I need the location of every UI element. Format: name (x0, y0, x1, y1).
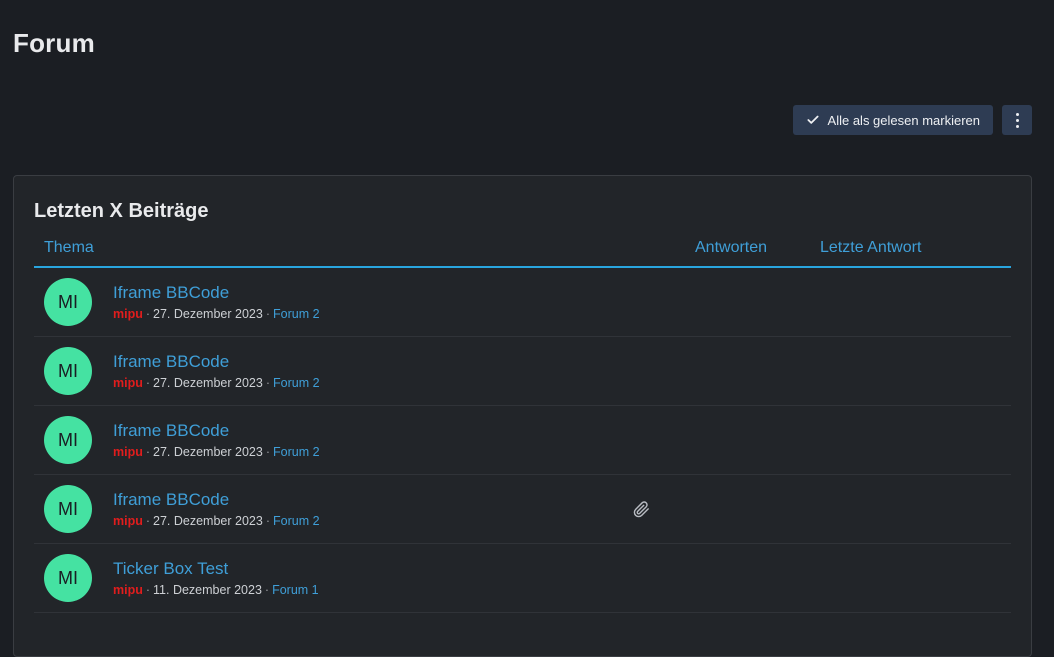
meta-separator: · (266, 514, 270, 528)
avatar[interactable]: MI (44, 347, 92, 395)
panel-title: Letzten X Beiträge (34, 200, 1011, 223)
avatar[interactable]: MI (44, 278, 92, 326)
table-row: MI Iframe BBCode mipu·27. Dezember 2023·… (34, 337, 1011, 406)
meta-separator: · (266, 307, 270, 321)
paperclip-icon (633, 501, 650, 518)
topic-meta: mipu·11. Dezember 2023·Forum 1 (113, 583, 695, 597)
topic-meta: mipu·27. Dezember 2023·Forum 2 (113, 307, 695, 321)
column-header-topic[interactable]: Thema (34, 239, 695, 257)
topic-title-link[interactable]: Iframe BBCode (113, 352, 229, 372)
topic-date: 27. Dezember 2023 (153, 307, 263, 321)
avatar[interactable]: MI (44, 554, 92, 602)
table-row: MI Iframe BBCode mipu·27. Dezember 2023·… (34, 406, 1011, 475)
topic-date: 27. Dezember 2023 (153, 445, 263, 459)
mark-all-read-label: Alle als gelesen markieren (828, 113, 980, 128)
meta-separator: · (146, 376, 150, 390)
meta-separator: · (146, 514, 150, 528)
forum-link[interactable]: Forum 2 (273, 307, 320, 321)
topic-title-link[interactable]: Ticker Box Test (113, 559, 228, 579)
topic-date: 11. Dezember 2023 (153, 583, 262, 597)
page-title: Forum (13, 28, 1054, 59)
topic-meta: mipu·27. Dezember 2023·Forum 2 (113, 376, 695, 390)
forum-link[interactable]: Forum 1 (272, 583, 319, 597)
table-row: MI Iframe BBCode mipu·27. Dezember 2023·… (34, 475, 1011, 544)
meta-separator: · (266, 376, 270, 390)
topic-title-link[interactable]: Iframe BBCode (113, 421, 229, 441)
forum-link[interactable]: Forum 2 (273, 376, 320, 390)
meta-separator: · (146, 583, 150, 597)
avatar[interactable]: MI (44, 485, 92, 533)
more-options-button[interactable] (1002, 105, 1032, 135)
table-header-row: Thema Antworten Letzte Antwort (34, 239, 1011, 268)
forum-link[interactable]: Forum 2 (273, 514, 320, 528)
meta-separator: · (146, 445, 150, 459)
topic-date: 27. Dezember 2023 (153, 514, 263, 528)
check-icon (806, 113, 820, 127)
topic-meta: mipu·27. Dezember 2023·Forum 2 (113, 514, 633, 528)
author-link[interactable]: mipu (113, 307, 143, 321)
table-row: MI Iframe BBCode mipu·27. Dezember 2023·… (34, 268, 1011, 337)
topics-table: Thema Antworten Letzte Antwort MI Iframe… (34, 239, 1011, 613)
meta-separator: · (266, 445, 270, 459)
author-link[interactable]: mipu (113, 376, 143, 390)
author-link[interactable]: mipu (113, 514, 143, 528)
topic-meta: mipu·27. Dezember 2023·Forum 2 (113, 445, 695, 459)
author-link[interactable]: mipu (113, 445, 143, 459)
mark-all-read-button[interactable]: Alle als gelesen markieren (793, 105, 993, 135)
meta-separator: · (265, 583, 269, 597)
forum-link[interactable]: Forum 2 (273, 445, 320, 459)
topic-title-link[interactable]: Iframe BBCode (113, 490, 229, 510)
author-link[interactable]: mipu (113, 583, 143, 597)
vertical-ellipsis-icon (1016, 113, 1019, 128)
toolbar: Alle als gelesen markieren (793, 105, 1032, 135)
column-header-last-reply[interactable]: Letzte Antwort (820, 239, 1011, 257)
meta-separator: · (146, 307, 150, 321)
column-header-replies[interactable]: Antworten (695, 239, 820, 257)
topic-date: 27. Dezember 2023 (153, 376, 263, 390)
recent-posts-panel: Letzten X Beiträge Thema Antworten Letzt… (13, 175, 1032, 657)
topic-title-link[interactable]: Iframe BBCode (113, 283, 229, 303)
table-row: MI Ticker Box Test mipu·11. Dezember 202… (34, 544, 1011, 613)
avatar[interactable]: MI (44, 416, 92, 464)
